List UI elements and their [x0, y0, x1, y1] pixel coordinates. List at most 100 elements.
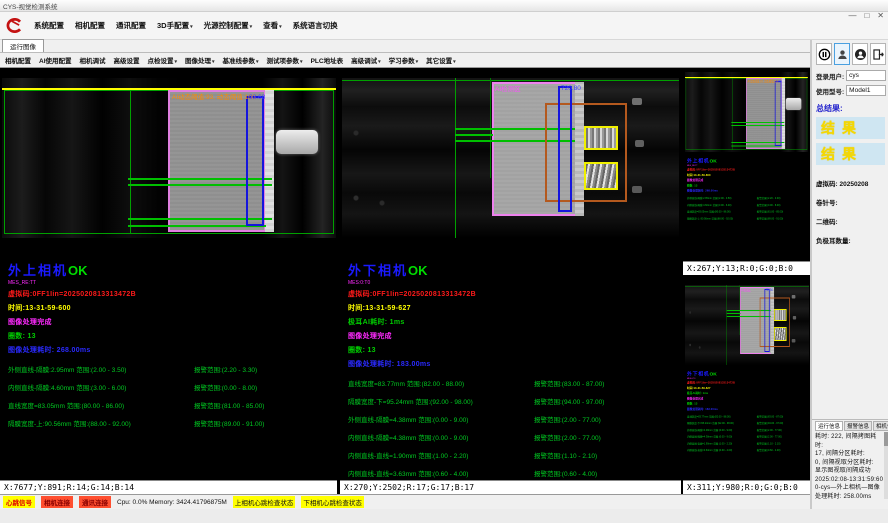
upper-camera-overlay: 外上相机OK MES_RE:TT 虚拟码:0FF1Iin=20250208133… — [8, 260, 334, 436]
tool-other-settings[interactable]: 其它设置▾ — [426, 55, 456, 65]
total-result-label: 总结果: — [816, 103, 886, 114]
login-user-input[interactable]: cys — [846, 70, 886, 81]
processing-done: 图像处理完成 — [687, 397, 810, 401]
menu-3d-config[interactable]: 3D手配置▾ — [157, 20, 193, 31]
sidebar-buttons — [816, 43, 886, 65]
operator-button[interactable] — [852, 43, 868, 65]
tool-advanced-settings[interactable]: 高级设置 — [114, 55, 140, 65]
chevron-down-icon: ▾ — [250, 24, 253, 30]
mes-status: MES:0:T0 — [687, 378, 810, 380]
app-window: CYS-视觉检测系统 — □ ✕ 系统配置 相机配置 通讯配置 3D手配置▾ 光… — [0, 0, 888, 522]
measurement-row: 外侧直线-隔膜:2.95mm 范围:(2.00 - 3.50)报警范围:(2.2… — [8, 364, 334, 374]
tool-ai-config[interactable]: AI使用配置 — [39, 55, 72, 65]
measurement-row: 外侧直线-隔膜=4.38mm 范围:(0.00 - 9.00)报警范围:(2.0… — [348, 414, 678, 424]
chevron-down-icon: ▾ — [279, 24, 282, 30]
coordinate-bar: X:7677;Y:891;R:14;G:14;B:14 — [0, 480, 337, 494]
control-sidebar: 登录用户:cys 使用型号:Model1 总结果: 结果 结果 虚拟码: 202… — [810, 40, 888, 509]
model-input[interactable]: Model1 — [846, 85, 886, 96]
chevron-down-icon: ▾ — [256, 59, 259, 65]
tab-run-image[interactable]: 运行图像 — [2, 39, 44, 52]
measurement-list: 外侧直线-隔膜:2.95mm 范围:(2.00 - 3.50)报警范围:(2.2… — [687, 196, 810, 220]
virtual-code: 虚拟码:0FF1Iin=2025020813313472B — [8, 289, 334, 299]
chevron-down-icon: ▾ — [453, 59, 456, 65]
lower-camera-panel: AI检测区 720.80 — [340, 68, 681, 494]
tool-spot-check[interactable]: 点检设置▾ — [148, 55, 178, 65]
minimize-button[interactable]: — — [848, 11, 856, 20]
green-vertical-line — [455, 78, 456, 238]
tab-lug-blob — [786, 98, 801, 110]
measurement-list: 直线宽度=83.77mm 范围:(82.00 - 88.00)报警范围:(83.… — [687, 414, 810, 452]
menu-view[interactable]: 查看▾ — [263, 20, 282, 31]
processing-time: 图像处理耗时: 268.00ms — [687, 189, 810, 193]
lower-camera-overlay: 外下相机OK MES:0:T0 虚拟码:0FF1Iin=202502081331… — [348, 260, 678, 486]
blue-measure-rect — [558, 86, 572, 212]
window-title: CYS-视觉检测系统 — [3, 1, 58, 11]
machine-knob — [792, 339, 796, 343]
lower-camera-thumbnail[interactable]: AI检测区 720.80 — [685, 285, 809, 365]
upper-camera-thumbnail[interactable]: AI动态阈值:93, 动态阈值:100 93.68 — [685, 72, 808, 152]
app-logo-icon — [6, 17, 23, 34]
coordinate-bar: X:311;Y:980;R:0;G:0;B:0 — [683, 480, 810, 494]
tool-camera-config[interactable]: 相机配置 — [5, 55, 31, 65]
chevron-down-icon: ▾ — [378, 59, 381, 65]
bottom-filler — [0, 509, 888, 523]
measurement-list: 直线宽度=83.77mm 范围:(82.00 - 88.00)报警范围:(83.… — [348, 378, 678, 478]
log-tab-alarm[interactable]: 报警信息 — [844, 421, 872, 431]
upper-camera-image[interactable]: AI动态阈值:93, 动态阈值:100 93.68 — [2, 78, 336, 238]
exit-door-icon — [872, 48, 885, 61]
tool-baseline-params[interactable]: 基准线参数▾ — [223, 55, 259, 65]
processing-time: 图像处理耗时: 183.00ms — [687, 407, 810, 411]
ai-threshold-label: AI动态阈值:93, 动态阈值:100 — [748, 79, 779, 84]
winding-pin-label: 卷针号: — [816, 197, 886, 207]
measurement-row: 内侧直线-直线=1.90mm 范围:(1.00 - 2.20)报警范围:(1.1… — [687, 441, 810, 445]
tab-lug-blob — [276, 130, 318, 154]
lower-camera-image[interactable]: AI检测区 720.80 — [342, 78, 679, 238]
tool-plc-address[interactable]: PLC地址表 — [311, 55, 344, 65]
ai-region-label: AI检测区 — [741, 288, 750, 293]
chevron-down-icon: ▾ — [300, 59, 303, 65]
login-user-field: 登录用户:cys — [816, 70, 886, 81]
pause-button[interactable] — [816, 43, 832, 65]
processing-done: 图像处理完成 — [348, 331, 678, 341]
machine-knob — [635, 140, 644, 147]
blue-measure-value: 720.80 — [561, 85, 581, 92]
measurement-row: 隔膜宽度-上:90.56mm 范围:(88.00 - 92.00)报警范围:(8… — [8, 418, 334, 428]
virtual-code: 虚拟码:0FF1Iin=2025020813313472B — [348, 289, 678, 299]
log-scrollbar[interactable] — [884, 432, 888, 499]
measurement-list: 外侧直线-隔膜:2.95mm 范围:(2.00 - 3.50)报警范围:(2.2… — [8, 364, 334, 428]
result-box-lower: 结果 — [816, 143, 885, 165]
camera-result-title: 外下相机OK — [687, 370, 810, 377]
menu-comm-config[interactable]: 通讯配置 — [116, 20, 146, 31]
close-button[interactable]: ✕ — [877, 11, 884, 20]
thumbnail-column: AI动态阈值:93, 动态阈值:100 93.68 外上相机OK MES_RE:… — [683, 68, 810, 494]
log-tab-run[interactable]: 运行信息 — [815, 421, 843, 431]
timestamp: 时间:13-31-59-600 — [687, 173, 810, 177]
menu-light-config[interactable]: 光源控制配置▾ — [204, 20, 253, 31]
blue-measure-rect — [246, 96, 264, 226]
model-field: 使用型号:Model1 — [816, 85, 886, 96]
menu-language-switch[interactable]: 系统语言切换 — [293, 20, 338, 31]
tool-advanced-debug[interactable]: 高级调试▾ — [351, 55, 381, 65]
chevron-down-icon: ▾ — [190, 24, 193, 30]
tool-camera-debug[interactable]: 相机调试 — [80, 55, 106, 65]
tool-learning-params[interactable]: 学习参数▾ — [389, 55, 419, 65]
virtual-code: 虚拟码:0FF1Iin=2025020813313472B — [687, 381, 810, 385]
processing-done: 图像处理完成 — [687, 178, 810, 182]
status-bar: 心跳信号 相机连接 通讯连接 Cpu: 0.0% Memory: 3424.41… — [0, 494, 810, 509]
log-tab-camera[interactable]: 相机信息 — [873, 421, 888, 431]
menu-system-config[interactable]: 系统配置 — [34, 20, 64, 31]
mes-status: MES:0:T0 — [348, 280, 678, 286]
menu-camera-config[interactable]: 相机配置 — [75, 20, 105, 31]
ai-region-label: AI检测区 — [495, 83, 521, 93]
heartbeat-badge: 心跳信号 — [3, 496, 35, 508]
ai-elapsed: 极耳AI耗时: 1ms — [348, 317, 678, 327]
tool-test-params[interactable]: 测试项参数▾ — [267, 55, 303, 65]
lower-heartbeat-check: 下相机心跳检查状态 — [301, 496, 364, 508]
toolbar: 相机配置 AI使用配置 相机调试 高级设置 点检设置▾ 图像处理▾ 基准线参数▾… — [0, 53, 810, 68]
exit-button[interactable] — [870, 43, 886, 65]
tool-image-processing[interactable]: 图像处理▾ — [185, 55, 215, 65]
maximize-button[interactable]: □ — [864, 11, 869, 20]
user-button[interactable] — [834, 43, 850, 65]
measurement-row: 隔膜宽度-下=95.24mm 范围:(92.00 - 98.00)报警范围:(9… — [687, 421, 810, 425]
ai-threshold-label: AI动态阈值:93, 动态阈值:100 — [172, 91, 255, 101]
